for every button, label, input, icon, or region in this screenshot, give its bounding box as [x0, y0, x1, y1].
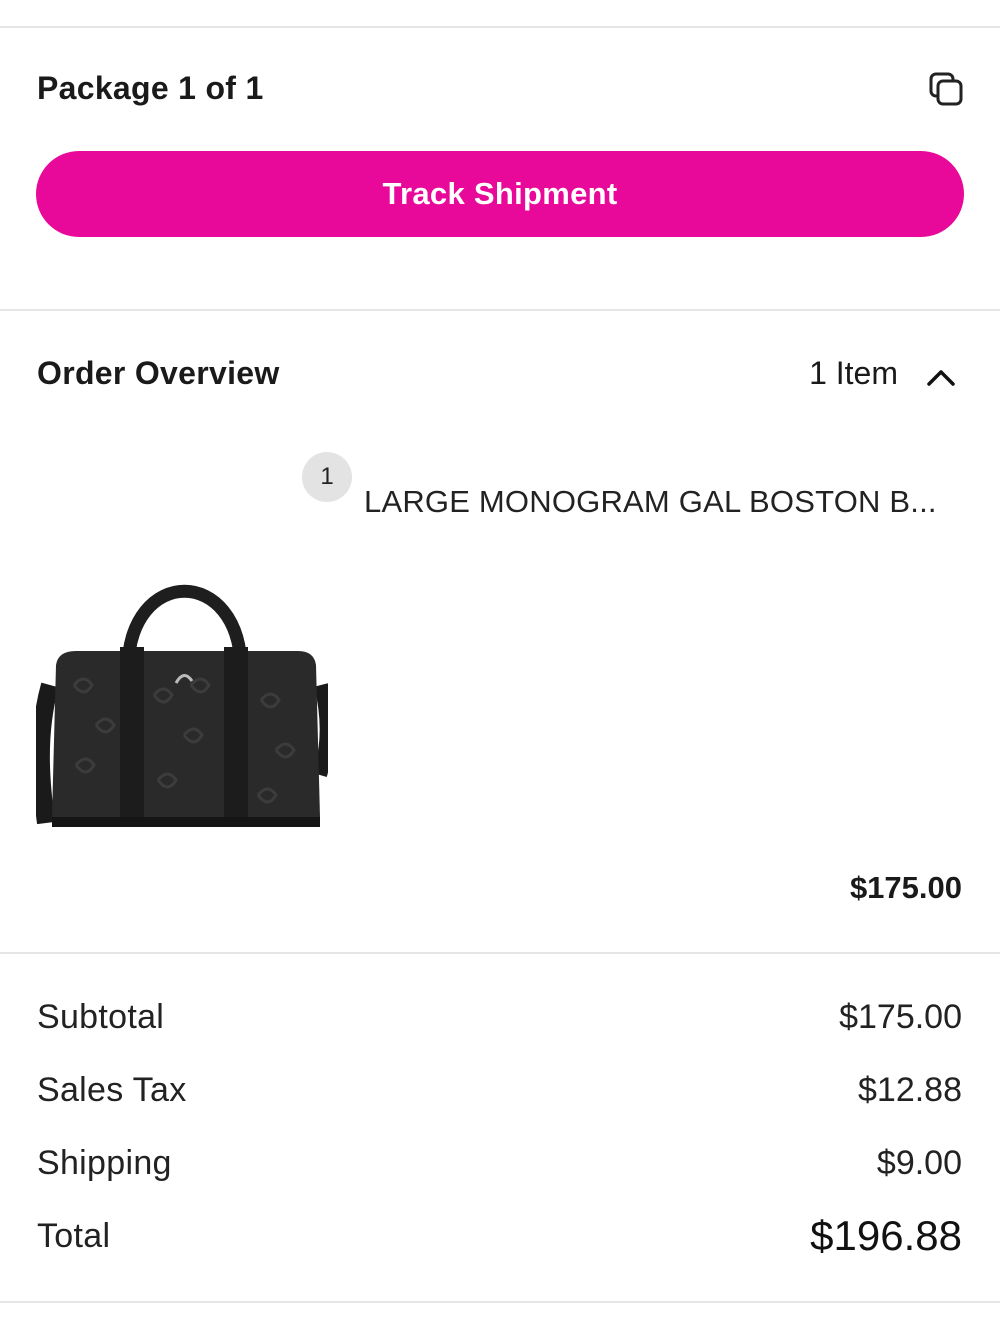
top-divider [0, 26, 1000, 28]
total-value: $196.88 [810, 1212, 962, 1259]
chevron-up-icon[interactable] [922, 360, 960, 394]
item-price: $175.00 [849, 870, 962, 905]
package-title: Package 1 of 1 [37, 70, 264, 106]
subtotal-label: Subtotal [37, 998, 165, 1036]
shipping-value: $9.00 [876, 1144, 962, 1182]
item-quantity-badge: 1 [302, 452, 352, 502]
total-label: Total [37, 1217, 111, 1255]
item-name[interactable]: LARGE MONOGRAM GAL BOSTON B... [364, 484, 964, 520]
sales-tax-label: Sales Tax [37, 1071, 187, 1109]
track-shipment-button[interactable]: Track Shipment [36, 151, 964, 237]
product-image[interactable] [31, 555, 334, 835]
order-item-count[interactable]: 1 Item [809, 355, 898, 392]
copy-icon[interactable] [926, 70, 966, 110]
bottom-divider [0, 1301, 1000, 1303]
sales-tax-value: $12.88 [858, 1071, 962, 1109]
shipping-label: Shipping [37, 1144, 172, 1182]
items-divider [0, 952, 1000, 954]
order-overview-title: Order Overview [37, 355, 280, 391]
subtotal-value: $175.00 [839, 998, 962, 1036]
package-divider [0, 309, 1000, 311]
